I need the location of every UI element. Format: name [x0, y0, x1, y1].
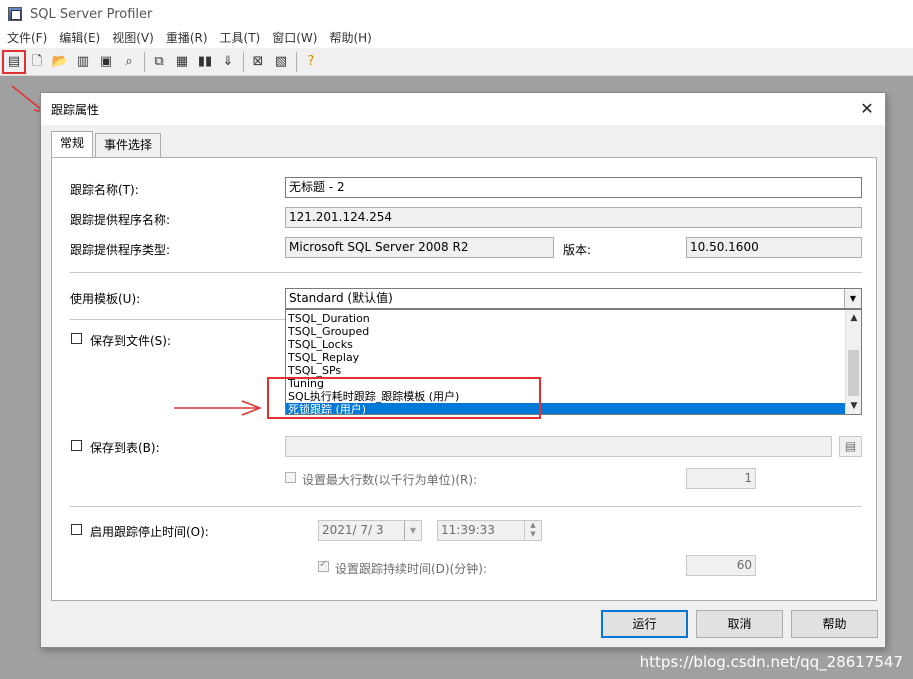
version-label: 版本:: [563, 243, 592, 257]
chart-icon[interactable]: ▧: [270, 51, 292, 73]
menu-window[interactable]: 窗口(W): [266, 28, 323, 48]
stop-icon[interactable]: ⇓: [217, 51, 239, 73]
save-to-file-checkbox[interactable]: [71, 333, 82, 344]
stop-date-picker: 2021/ 7/ 3 ▼: [318, 520, 422, 541]
chevron-down-icon: ▼: [404, 521, 421, 540]
copy-icon[interactable]: ⧉: [148, 51, 170, 73]
scroll-down-icon[interactable]: ▼: [846, 398, 861, 414]
trace-name-label: 跟踪名称(T):: [70, 183, 139, 197]
stop-time-label: 启用跟踪停止时间(O):: [90, 525, 209, 539]
divider: [70, 319, 285, 320]
template-option[interactable]: Tuning: [286, 377, 861, 390]
template-option[interactable]: TSQL_Replay: [286, 351, 861, 364]
version-field: 10.50.1600: [686, 237, 862, 258]
max-rows-checkbox: [285, 472, 296, 483]
find-icon[interactable]: ⌕: [118, 51, 140, 73]
divider: [70, 506, 862, 507]
template-option[interactable]: TSQL_Locks: [286, 338, 861, 351]
max-rows-label: 设置最大行数(以千行为单位)(R):: [302, 473, 478, 487]
profiler-app-icon: [8, 7, 22, 21]
run-button[interactable]: 运行: [601, 610, 688, 638]
save-to-table-input: [285, 436, 832, 457]
dialog-title: 跟踪属性: [51, 102, 100, 117]
trace-properties-dialog: 跟踪属性 ✕ 常规 事件选择 跟踪名称(T): 无标题 - 2 跟踪提供程序名称…: [40, 92, 886, 648]
save-to-table-checkbox[interactable]: [71, 440, 82, 451]
divider: [70, 272, 862, 273]
template-label: 使用模板(U):: [70, 292, 141, 306]
pause-icon[interactable]: ▦: [171, 51, 193, 73]
tab-general[interactable]: 常规: [51, 131, 94, 157]
max-rows-field: 1: [686, 468, 756, 489]
template-dropdown-list[interactable]: TSQL_Duration TSQL_Grouped TSQL_Locks TS…: [285, 309, 862, 415]
stop-time-value: 11:39:33: [441, 523, 495, 537]
stop-time-checkbox[interactable]: [71, 524, 82, 535]
menu-file[interactable]: 文件(F): [0, 28, 53, 48]
template-option[interactable]: TSQL_SPs: [286, 364, 861, 377]
provider-name-field: 121.201.124.254: [285, 207, 862, 228]
toolbar: ▤ 🗋 📂 ▥ ▣ ⌕ ⧉ ▦ ▮▮ ⇓ ⊠ ▧ ?: [0, 48, 913, 76]
template-select-value: Standard (默认值): [289, 291, 393, 305]
template-option-selected[interactable]: 死锁跟踪 (用户): [286, 403, 861, 414]
duration-checkbox: [318, 559, 329, 572]
general-tab-panel: 跟踪名称(T): 无标题 - 2 跟踪提供程序名称: 121.201.124.2…: [51, 157, 877, 601]
save-to-table-label: 保存到表(B):: [90, 441, 160, 455]
watermark: https://blog.csdn.net/qq_28617547: [639, 653, 903, 671]
menu-edit[interactable]: 编辑(E): [53, 28, 106, 48]
menu-view[interactable]: 视图(V): [106, 28, 160, 48]
browse-icon: ▤: [839, 436, 862, 457]
tab-events-selection[interactable]: 事件选择: [95, 133, 162, 157]
dropdown-scrollbar[interactable]: ▲ ▼: [845, 310, 861, 414]
provider-name-label: 跟踪提供程序名称:: [70, 213, 171, 227]
step-icon[interactable]: ▮▮: [194, 51, 216, 73]
new-file-icon[interactable]: 🗋: [26, 51, 48, 73]
open-icon[interactable]: 📂: [49, 51, 71, 73]
menu-help[interactable]: 帮助(H): [323, 28, 377, 48]
template-option[interactable]: TSQL_Duration: [286, 312, 861, 325]
template-select[interactable]: Standard (默认值) ▼: [285, 288, 862, 309]
stepper-icon: ▲ ▼: [524, 521, 541, 540]
stop-time-field: 11:39:33 ▲ ▼: [437, 520, 542, 541]
trace-name-input[interactable]: 无标题 - 2: [285, 177, 862, 198]
provider-type-label: 跟踪提供程序类型:: [70, 243, 171, 257]
menubar: 文件(F) 编辑(E) 视图(V) 重播(R) 工具(T) 窗口(W) 帮助(H…: [0, 28, 913, 48]
scroll-thumb[interactable]: [848, 350, 859, 396]
chevron-down-icon[interactable]: ▼: [844, 289, 861, 308]
menu-replay[interactable]: 重播(R): [160, 28, 214, 48]
properties-icon[interactable]: ▣: [95, 51, 117, 73]
tab-strip: 常规 事件选择: [51, 131, 163, 157]
duration-label: 设置跟踪持续时间(D)(分钟):: [335, 562, 488, 576]
menu-tools[interactable]: 工具(T): [214, 28, 267, 48]
duration-field: 60: [686, 555, 756, 576]
stop-date-value: 2021/ 7/ 3: [322, 523, 384, 537]
cancel-button[interactable]: 取消: [696, 610, 783, 638]
save-to-file-label: 保存到文件(S):: [90, 334, 172, 348]
new-trace-icon[interactable]: ▤: [2, 49, 26, 74]
help-button[interactable]: 帮助: [791, 610, 878, 638]
run-icon[interactable]: ⊠: [247, 51, 269, 73]
provider-type-field: Microsoft SQL Server 2008 R2: [285, 237, 554, 258]
dialog-titlebar: 跟踪属性 ✕: [41, 93, 885, 125]
toolbar-separator: [296, 51, 297, 72]
app-title: SQL Server Profiler: [30, 6, 153, 22]
template-option[interactable]: TSQL_Grouped: [286, 325, 861, 338]
toolbar-separator: [243, 51, 244, 72]
template-option[interactable]: SQL执行耗时跟踪_跟踪模板 (用户): [286, 390, 861, 403]
toolbar-separator: [144, 51, 145, 72]
help-icon[interactable]: ?: [300, 51, 322, 73]
close-icon[interactable]: ✕: [857, 99, 877, 119]
scroll-up-icon[interactable]: ▲: [846, 310, 861, 326]
save-icon[interactable]: ▥: [72, 51, 94, 73]
app-titlebar: SQL Server Profiler: [0, 0, 913, 28]
